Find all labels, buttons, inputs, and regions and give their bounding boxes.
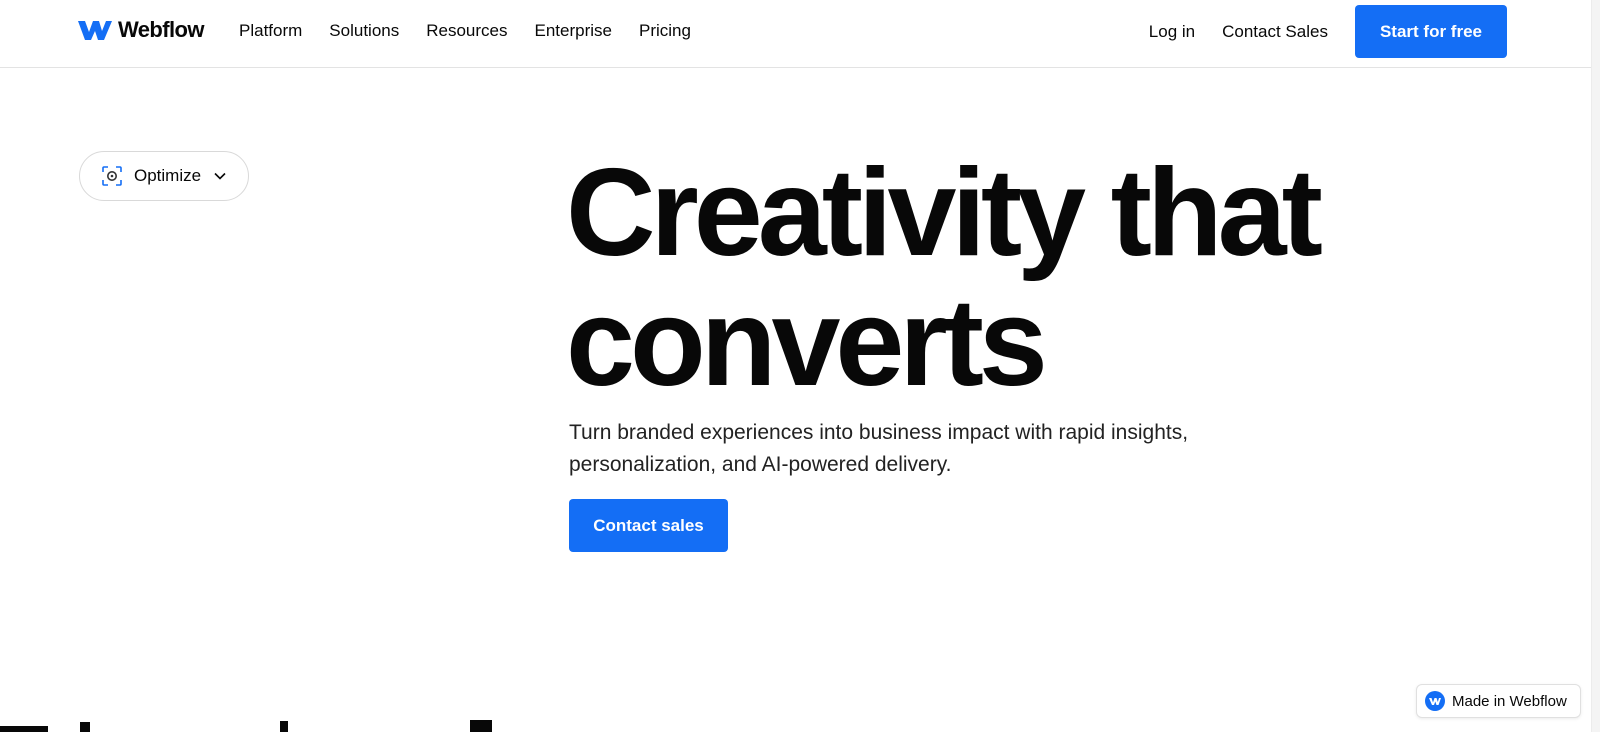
nav-item-solutions[interactable]: Solutions bbox=[329, 21, 399, 41]
hero-subtitle: Turn branded experiences into business i… bbox=[569, 421, 1189, 476]
made-in-webflow-badge[interactable]: Made in Webflow bbox=[1416, 684, 1581, 718]
webflow-logo-icon bbox=[78, 21, 112, 40]
start-for-free-button[interactable]: Start for free bbox=[1354, 5, 1507, 58]
focus-target-icon bbox=[102, 166, 122, 186]
heading-fragment bbox=[280, 721, 288, 732]
nav-item-platform[interactable]: Platform bbox=[239, 21, 302, 41]
optimize-label: Optimize bbox=[134, 166, 202, 185]
login-link[interactable]: Log in bbox=[1149, 22, 1195, 42]
next-section-heading-partial bbox=[0, 718, 600, 732]
nav-item-resources[interactable]: Resources bbox=[426, 21, 507, 41]
page-scrollbar[interactable] bbox=[1591, 0, 1600, 732]
contact-sales-button[interactable]: Contact sales bbox=[569, 499, 728, 552]
chevron-down-icon bbox=[214, 172, 226, 180]
hero-heading-line-2: converts bbox=[566, 274, 1048, 412]
brand-logo[interactable]: Webflow bbox=[78, 16, 204, 44]
heading-fragment bbox=[470, 720, 492, 732]
webflow-badge-icon bbox=[1425, 691, 1445, 711]
heading-fragment bbox=[0, 726, 48, 732]
hero-heading: Creativity that converts bbox=[566, 144, 1323, 412]
top-navigation: Webflow Platform Solutions Resources Ent… bbox=[0, 0, 1592, 68]
brand-name: Webflow bbox=[118, 17, 204, 42]
nav-item-enterprise[interactable]: Enterprise bbox=[535, 21, 612, 41]
nav-item-pricing[interactable]: Pricing bbox=[639, 21, 691, 41]
hero-heading-line-1: Creativity that bbox=[566, 144, 1323, 282]
page: Webflow Platform Solutions Resources Ent… bbox=[0, 0, 1600, 732]
main-nav: Platform Solutions Resources Enterprise … bbox=[239, 21, 691, 41]
optimize-selector[interactable]: Optimize bbox=[79, 151, 249, 201]
nav-actions: Log in Contact Sales Start for free bbox=[1149, 5, 1507, 58]
made-in-webflow-label: Made in Webflow bbox=[1452, 692, 1567, 710]
contact-sales-link[interactable]: Contact Sales bbox=[1222, 22, 1328, 42]
heading-fragment bbox=[80, 722, 90, 732]
